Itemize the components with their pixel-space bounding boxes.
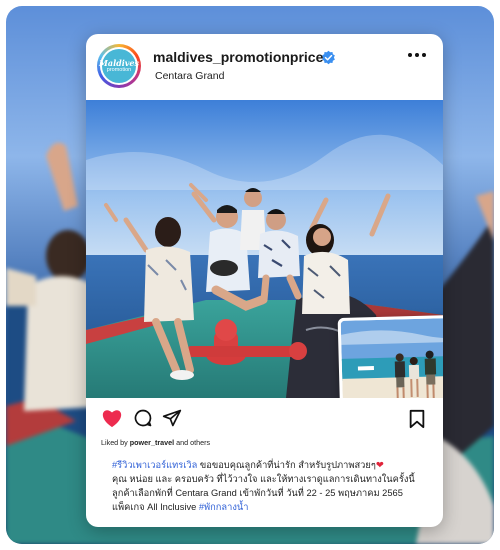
post-caption: #รีวิวเพาเวอร์แทรเวิล ขอขอบคุณลูกค้าที่น…	[112, 458, 434, 514]
avatar-logo-text: Maldives	[99, 57, 139, 68]
background-photo: Maldives promotion maldives_promotionpri…	[6, 6, 494, 544]
liked-by-text: Liked by power_travel and others	[101, 438, 210, 447]
heart-icon[interactable]	[101, 408, 123, 428]
avatar-logo: Maldives promotion	[99, 49, 139, 83]
verified-badge-icon	[322, 50, 335, 65]
post-location[interactable]: Centara Grand	[155, 70, 224, 82]
caption-heart-emoji: ❤	[375, 460, 384, 470]
hashtag-review[interactable]: #รีวิวเพาเวอร์แทรเวิล	[112, 460, 197, 470]
inset-beach-photo[interactable]	[337, 314, 443, 398]
avatar-logo-subtext: promotion	[106, 66, 132, 73]
more-options-icon[interactable]	[408, 48, 426, 62]
post-header: Maldives promotion maldives_promotionpri…	[86, 34, 443, 100]
caption-text-2: คุณ หน่อย และ ครอบครัว ที่ไว้วางใจ และให…	[112, 474, 415, 512]
beach-photo-illustration	[340, 317, 443, 398]
liked-by-prefix: Liked by	[101, 438, 130, 447]
post-actions-bar	[86, 406, 443, 432]
username[interactable]: maldives_promotionprice	[153, 49, 323, 65]
liked-by-username[interactable]: power_travel	[130, 438, 174, 447]
hashtag-stay[interactable]: #พักกลางน้ำ	[199, 502, 249, 512]
paper-plane-icon[interactable]	[162, 408, 182, 428]
liked-by-suffix: and others	[174, 438, 211, 447]
comment-icon[interactable]	[133, 408, 153, 428]
caption-text-1: ขอขอบคุณลูกค้าที่น่ารัก สำหรับรูปภาพสวยๆ	[197, 460, 376, 470]
bookmark-icon[interactable]	[408, 409, 426, 429]
avatar[interactable]: Maldives promotion	[97, 44, 141, 88]
post-photo[interactable]	[86, 100, 443, 398]
instagram-post-card: Maldives promotion maldives_promotionpri…	[86, 34, 443, 527]
